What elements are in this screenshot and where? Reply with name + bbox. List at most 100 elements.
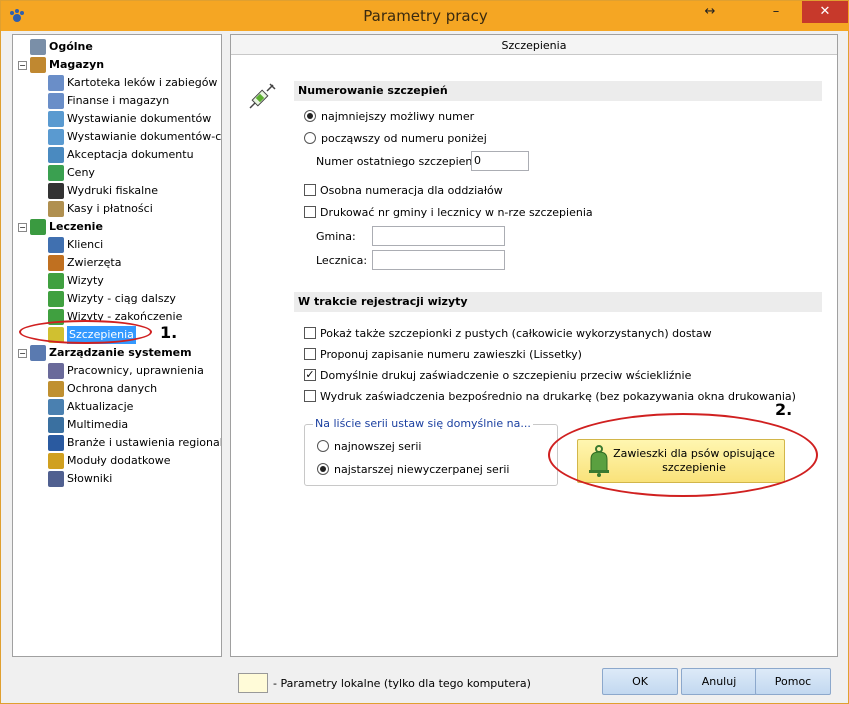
help-button[interactable]: Pomoc (755, 668, 831, 695)
tree-item-kasy-i-platnosci[interactable]: Kasy i płatności (48, 200, 153, 218)
collapse-icon[interactable]: − (18, 349, 27, 358)
last-number-input[interactable]: 0 (471, 151, 529, 171)
vaccination-panel: Szczepienia Numerowanie szczepień najmni… (230, 34, 838, 657)
gmina-input[interactable] (372, 226, 505, 246)
lecznica-label: Lecznica: (316, 254, 368, 267)
multimedia-icon (48, 417, 64, 433)
show-empty-checkbox[interactable]: Pokaż także szczepionki z pustych (całko… (304, 324, 712, 342)
separate-numbering-label: Osobna numeracja dla oddziałów (320, 183, 503, 197)
tree-item-magazyn[interactable]: Magazyn (30, 56, 104, 74)
document-icon (48, 75, 64, 91)
radio-indicator[interactable] (317, 440, 329, 452)
checkbox-checked[interactable]: ✓ (304, 369, 316, 381)
radio-oldest-series[interactable]: najstarszej niewyczerpanej serii (317, 460, 509, 478)
tree-item-wizyty[interactable]: Wizyty (48, 272, 104, 290)
tree-item-multimedia[interactable]: Multimedia (48, 416, 128, 434)
last-number-label: Numer ostatniego szczepienia (316, 155, 483, 168)
series-groupbox: Na liście serii ustaw się domyślnie na..… (304, 417, 558, 486)
propose-tag-checkbox[interactable]: Proponuj zapisanie numeru zawieszki (Lis… (304, 345, 582, 363)
price-icon (48, 165, 64, 181)
treatment-icon (30, 219, 46, 235)
animal-icon (48, 255, 64, 271)
tree-item-label: Wizyty (67, 274, 104, 287)
direct-print-checkbox[interactable]: Wydruk zaświadczenia bezpośrednio na dru… (304, 387, 796, 405)
tree-item-label: Finanse i magazyn (67, 94, 170, 107)
tree-item-leczenie[interactable]: Leczenie (30, 218, 103, 236)
tree-item-wystawianie-dokumentow-c-d[interactable]: Wystawianie dokumentów-c.d. (48, 128, 222, 146)
document-check-icon (48, 147, 64, 163)
propose-tag-label: Proponuj zapisanie numeru zawieszki (Lis… (320, 347, 582, 361)
checkbox-box[interactable] (304, 390, 316, 402)
document-icon (48, 93, 64, 109)
tree-item-ogolne[interactable]: Ogólne (30, 38, 93, 56)
radio-indicator[interactable] (304, 132, 316, 144)
oldest-series-label: najstarszej niewyczerpanej serii (334, 462, 510, 476)
annotation-number-2: 2. (775, 400, 793, 419)
tree-item-finanse-i-magazyn[interactable]: Finanse i magazyn (48, 92, 169, 110)
tree-item-zarzadzanie-systemem[interactable]: Zarządzanie systemem (30, 344, 192, 362)
cancel-button[interactable]: Anuluj (681, 668, 757, 695)
tree-item-zwierzeta[interactable]: Zwierzęta (48, 254, 121, 272)
radio-selected-indicator[interactable] (317, 463, 329, 475)
radio-from-number[interactable]: począwszy od numeru poniżej (304, 129, 487, 147)
collapse-icon[interactable]: − (18, 61, 27, 70)
radio-min-label: najmniejszy możliwy numer (321, 109, 475, 123)
ok-button[interactable]: OK (602, 668, 678, 695)
tree-item-label: Wydruki fiskalne (67, 184, 158, 197)
local-params-legend: - Parametry lokalne (tylko dla tego komp… (273, 677, 531, 690)
person-icon (48, 237, 64, 253)
tree-item-ceny[interactable]: Ceny (48, 164, 95, 182)
tree-item-slowniki[interactable]: Słowniki (48, 470, 112, 488)
tree-item-aktualizacje[interactable]: Aktualizacje (48, 398, 133, 416)
settings-tree[interactable]: Ogólne Magazyn − Kartoteka leków i zabiegów… (12, 34, 222, 657)
tree-item-kartoteka-lekow-i-zabiegow[interactable]: Kartoteka leków i zabiegów (48, 74, 217, 92)
series-group-title: Na liście serii ustaw się domyślnie na..… (313, 417, 533, 430)
checkbox-box[interactable] (304, 184, 316, 196)
checkbox-box[interactable] (304, 348, 316, 360)
tree-item-label: Ceny (67, 166, 95, 179)
printer-icon (48, 183, 64, 199)
tree-item-label: Wystawianie dokumentów-c.d. (67, 130, 222, 143)
checkbox-box[interactable] (304, 327, 316, 339)
tree-item-wizyty-ciag-dalszy[interactable]: Wizyty - ciąg dalszy (48, 290, 176, 308)
document-edit-icon (48, 129, 64, 145)
tree-item-label: Branże i ustawienia regionalne (67, 436, 222, 449)
tree-item-label: Magazyn (49, 58, 105, 71)
tree-item-label: Ochrona danych (67, 382, 158, 395)
tree-item-akceptacja-dokumentu[interactable]: Akceptacja dokumentu (48, 146, 194, 164)
title-bar[interactable]: Parametry pracy ↔ – ✕ (1, 1, 849, 31)
resize-icon[interactable]: ↔ (697, 1, 723, 23)
print-commune-checkbox[interactable]: Drukować nr gminy i lecznicy w n-rze szc… (304, 203, 593, 221)
update-icon (48, 399, 64, 415)
users-icon (48, 363, 64, 379)
default-print-checkbox[interactable]: ✓ Domyślnie drukuj zaświadczenie o szcze… (304, 366, 691, 384)
tree-item-label: Wystawianie dokumentów (67, 112, 212, 125)
tree-item-label: Kartoteka leków i zabiegów (67, 76, 218, 89)
radio-selected-indicator[interactable] (304, 110, 316, 122)
cash-icon (48, 201, 64, 217)
modules-icon (48, 453, 64, 469)
separate-numbering-checkbox[interactable]: Osobna numeracja dla oddziałów (304, 181, 503, 199)
tree-item-pracownicy-uprawnienia[interactable]: Pracownicy, uprawnienia (48, 362, 204, 380)
lecznica-input[interactable] (372, 250, 505, 270)
tree-item-branze-i-ustawienia-regionalne[interactable]: Branże i ustawienia regionalne (48, 434, 222, 452)
tree-item-label: Ogólne (49, 40, 93, 53)
checkbox-box[interactable] (304, 206, 316, 218)
tree-item-moduly-dodatkowe[interactable]: Moduły dodatkowe (48, 452, 171, 470)
document-edit-icon (48, 111, 64, 127)
radio-newest-series[interactable]: najnowszej serii (317, 437, 421, 455)
panel-header: Szczepienia (231, 35, 837, 55)
tree-item-label: Wizyty - ciąg dalszy (67, 292, 176, 305)
computer-icon (30, 39, 46, 55)
tree-item-klienci[interactable]: Klienci (48, 236, 103, 254)
tree-item-wydruki-fiskalne[interactable]: Wydruki fiskalne (48, 182, 158, 200)
tree-item-label: Multimedia (67, 418, 129, 431)
collapse-icon[interactable]: − (18, 223, 27, 232)
tree-item-ochrona-danych[interactable]: Ochrona danych (48, 380, 157, 398)
close-button[interactable]: ✕ (802, 1, 848, 23)
tree-item-wystawianie-dokumentow[interactable]: Wystawianie dokumentów (48, 110, 211, 128)
newest-series-label: najnowszej serii (334, 439, 422, 453)
radio-min-number[interactable]: najmniejszy możliwy numer (304, 107, 474, 125)
annotation-ellipse-2 (548, 413, 818, 497)
minimize-button[interactable]: – (761, 1, 791, 23)
